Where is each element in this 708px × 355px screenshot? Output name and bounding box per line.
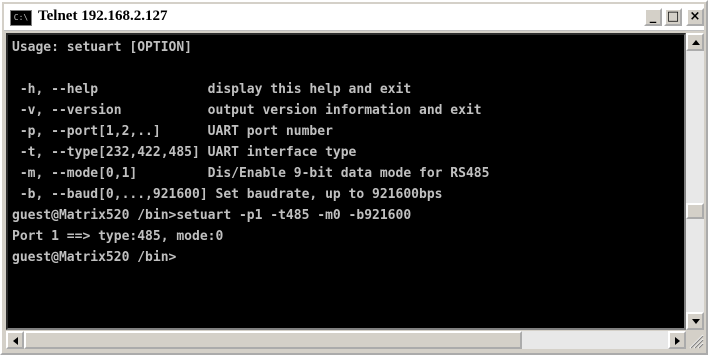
close-button[interactable]: × bbox=[686, 8, 704, 26]
vertical-scroll-thumb[interactable] bbox=[686, 202, 704, 219]
terminal-line: -m, --mode[0,1] Dis/Enable 9-bit data mo… bbox=[12, 166, 490, 181]
terminal-line: -v, --version output version information… bbox=[12, 103, 482, 118]
terminal-line: -t, --type[232,422,485] UART interface t… bbox=[12, 145, 357, 160]
scroll-left-button[interactable] bbox=[6, 331, 24, 349]
minimize-button[interactable]: _ bbox=[644, 8, 662, 26]
vertical-scrollbar[interactable] bbox=[686, 33, 704, 330]
maximize-button[interactable]: □ bbox=[664, 8, 682, 26]
scroll-up-button[interactable] bbox=[686, 33, 704, 51]
chevron-left-icon bbox=[13, 337, 18, 345]
terminal-line: guest@Matrix520 /bin> bbox=[12, 250, 177, 265]
chevron-down-icon bbox=[692, 319, 700, 324]
scroll-down-button[interactable] bbox=[686, 312, 704, 330]
chevron-up-icon bbox=[692, 40, 700, 45]
resize-grip-icon bbox=[689, 334, 704, 349]
terminal-line: Port 1 ==> type:485, mode:0 bbox=[12, 229, 224, 244]
telnet-window: C:\ Telnet 192.168.2.127 _ □ × Usage: se… bbox=[0, 0, 708, 355]
terminal-line: guest@Matrix520 /bin>setuart -p1 -t485 -… bbox=[12, 208, 412, 223]
terminal-line: Usage: setuart [OPTION] bbox=[12, 40, 193, 55]
terminal-line: -b, --baud[0,...,921600] Set baudrate, u… bbox=[12, 187, 443, 202]
chevron-right-icon bbox=[675, 337, 680, 345]
horizontal-scrollbar[interactable] bbox=[6, 331, 686, 349]
terminal-line: -h, --help display this help and exit bbox=[12, 82, 412, 97]
title-bar[interactable]: C:\ Telnet 192.168.2.127 _ □ × bbox=[4, 4, 704, 31]
window-title: Telnet 192.168.2.127 bbox=[38, 8, 168, 24]
scroll-right-button[interactable] bbox=[668, 331, 686, 349]
resize-grip[interactable] bbox=[686, 331, 704, 349]
terminal-line: -p, --port[1,2,..] UART port number bbox=[12, 124, 333, 139]
console-icon[interactable]: C:\ bbox=[10, 10, 32, 26]
horizontal-scroll-thumb[interactable] bbox=[24, 331, 522, 349]
terminal-output[interactable]: Usage: setuart [OPTION] -h, --help displ… bbox=[6, 33, 686, 330]
